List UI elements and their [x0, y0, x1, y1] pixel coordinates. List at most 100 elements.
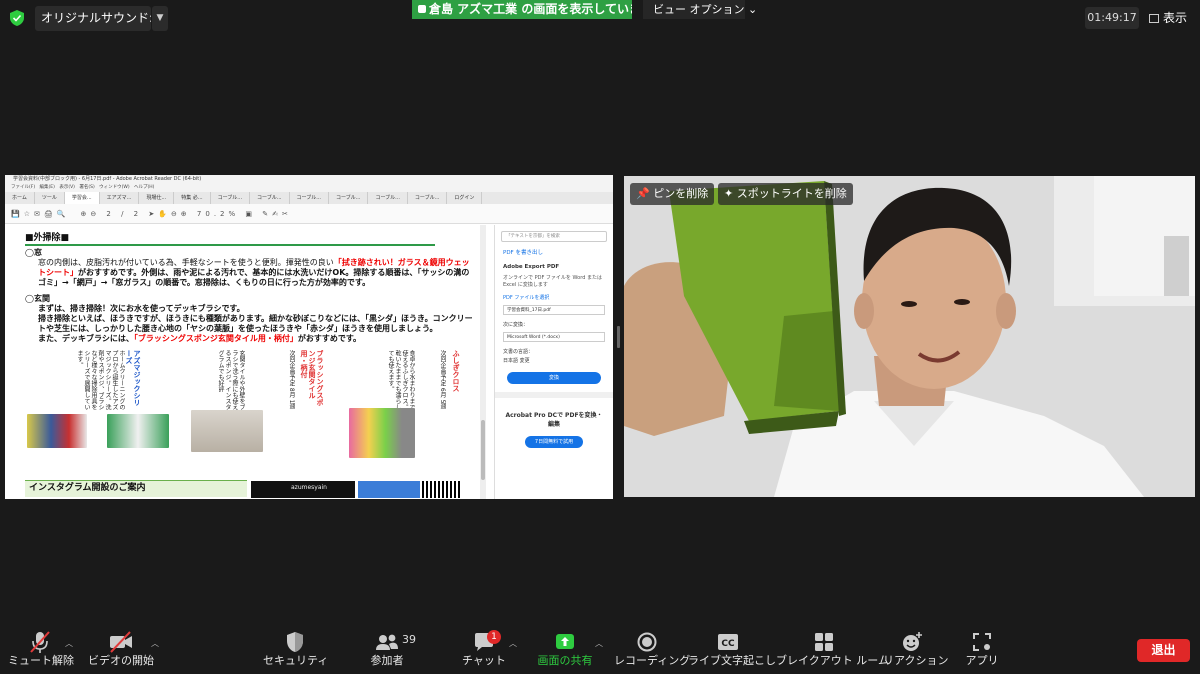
entrance-text-b: がおすすめです。	[297, 334, 362, 343]
breakout-rooms-icon	[815, 633, 833, 651]
entrance-heading: ◯玄関	[25, 294, 50, 303]
col-head-text: アズマジックシリーズ	[125, 350, 141, 406]
chat-options-chevron-icon[interactable]: ︿	[509, 638, 517, 649]
col-sponge-sub: 次回企画予定 8月 1週	[288, 350, 295, 410]
magazine-section: アズマジックシリーズ ホームクリーニングのプロから誕生したアズマジックシリーズ。…	[25, 350, 467, 458]
video-options-chevron-icon[interactable]: ︿	[151, 638, 159, 649]
acrobat-tab: コーブル...	[250, 192, 290, 204]
mute-button[interactable]: ミュート解除	[8, 630, 74, 674]
entrance-photo	[191, 410, 263, 452]
selected-file: 学習会資料_17日.pdf	[503, 305, 605, 315]
security-label: セキュリティ	[263, 654, 329, 667]
acrobat-tab: ツール	[35, 192, 65, 204]
record-button[interactable]: レコーディング	[614, 630, 690, 674]
acrobat-tab-strip: ホーム ツール 学習会... エアズマ... 現場仕... 特集 必... コー…	[5, 192, 613, 204]
instagram-account: azumesyain	[251, 481, 355, 498]
entrance-text-red: 「ブラッシングスポンジ玄関タイル用・柄付」	[133, 334, 298, 343]
live-transcript-button[interactable]: CC ライブ文字起こし	[688, 630, 776, 674]
qr-code-icon	[422, 481, 462, 498]
zoom-level: 70.2%	[196, 210, 240, 218]
view-button[interactable]: 表示	[1143, 7, 1195, 29]
participants-count: 39	[402, 633, 416, 646]
unpin-button[interactable]: 📌 ピンを削除	[630, 183, 715, 205]
apps-icon	[973, 633, 991, 651]
acrobat-tab: 現場仕...	[139, 192, 175, 204]
acrobat-toolbar: 💾☆✉🖨🔍 ⊕⊖ 2 / 2 ➤✋⊖⊕ 70.2% ▣ ✎✍✂	[5, 204, 613, 224]
page-indicator: 2 / 2	[106, 210, 143, 218]
col-head-text: ふしぎクロス	[452, 350, 460, 392]
pdf-scroll-thumb	[481, 420, 485, 480]
meeting-timer: 01:49:17	[1085, 7, 1139, 29]
audio-options-chevron-icon[interactable]: ︿	[65, 638, 73, 649]
share-banner-text: 倉島 アズマ工業 の画面を表示しています	[429, 2, 632, 16]
security-button[interactable]: セキュリティ	[263, 630, 329, 674]
col-azumajic-head: アズマジックシリーズ	[125, 350, 141, 410]
window-text-b: がおすすめです。外側は、雨や泥による汚れで、基本的には水洗いだけOK。掃除する順…	[38, 268, 470, 287]
heading-rule	[25, 244, 435, 246]
original-sound-button[interactable]: オリジナルサウンド: オン	[35, 6, 151, 31]
instagram-banner: インスタグラム開設のご案内	[25, 480, 247, 497]
col-cloth-head: ふしぎクロス	[452, 350, 460, 410]
acrobat-menu-bar: ファイル(F) 編集(E) 表示(V) 署名(S) ウィンドウ(W) ヘルプ(H…	[5, 184, 613, 192]
col-sponge-body: 玄関タイルや外壁をブラシで洗う際にも使えるスポンジ。インスタグラムでも好評	[217, 350, 245, 410]
acrobat-tab-active: 学習会...	[64, 192, 100, 204]
window-text-a: 窓の内側は、皮脂汚れが付いている為、手軽なシートを使うと便利。揮発性の良い	[38, 258, 334, 267]
export-title: Adobe Export PDF	[503, 264, 560, 270]
product-photo	[27, 414, 87, 448]
col-cloth-sub: 次回企画予定 6月 5週	[439, 350, 446, 410]
original-sound-chevron-icon[interactable]: ▼	[152, 6, 168, 31]
col-sponge-head: ブラッシングスポンジ玄関タイル用・柄付	[300, 350, 324, 410]
reactions-label: リアクション	[883, 654, 949, 667]
share-screen-button[interactable]: 画面の共有	[534, 630, 596, 674]
closed-caption-icon: CC	[718, 634, 738, 650]
participant-video[interactable]: 📌 ピンを削除 ✦ スポットライトを削除	[624, 176, 1195, 497]
split-view-handle[interactable]	[617, 326, 620, 348]
apps-label: アプリ	[965, 654, 999, 667]
window-heading: ◯窓	[25, 248, 42, 257]
col-azumajic-body: ホームクリーニングのプロから誕生したアズマジックシリーズ。洗剤やスポンジ、ブラシ…	[76, 350, 125, 410]
share-indicator-icon	[418, 5, 426, 13]
breakout-rooms-label: ブレイクアウト ルーム	[776, 654, 889, 667]
video-frame	[624, 176, 1195, 497]
breakout-rooms-button[interactable]: ブレイクアウト ルーム	[776, 630, 889, 674]
view-button-label: 表示	[1163, 11, 1188, 25]
start-video-button[interactable]: ビデオの開始	[88, 630, 154, 674]
acrobat-search-field: 「テキストを京都」を検索	[501, 231, 607, 242]
unpin-label: ピンを削除	[653, 187, 709, 200]
convert-to-label: 次に変換：	[503, 322, 529, 328]
free-trial-button: 7日間無料で試用	[525, 436, 583, 448]
acrobat-tab: 特集 必...	[174, 192, 211, 204]
entrance-paragraph-2: 掃き掃除といえば、ほうきですが、ほうきにも種類があります。細かな砂ぼこりなどには…	[38, 314, 473, 333]
window-paragraph: 窓の内側は、皮脂汚れが付いている為、手軽なシートを使うと便利。揮発性の良い「拭き…	[25, 258, 477, 288]
microphone-muted-icon	[30, 631, 50, 653]
apps-button[interactable]: アプリ	[962, 630, 1002, 674]
acrobat-tab: コーブル...	[329, 192, 369, 204]
export-desc: オンラインで PDF ファイルを Word または Excel に変換します	[503, 275, 602, 288]
reaction-smiley-icon	[903, 632, 922, 651]
acrobat-tab: ホーム	[5, 192, 35, 204]
section-heading: ■外掃除■	[25, 233, 70, 243]
participants-icon	[376, 634, 398, 650]
export-pdf-link: PDF を書き出し	[503, 250, 543, 256]
shared-screen: 学習会資料(中部ブロック用) - 6月17日.pdf - Adobe Acrob…	[5, 175, 613, 499]
live-transcript-label: ライブ文字起こし	[688, 654, 776, 667]
encryption-shield-icon[interactable]	[10, 10, 24, 26]
cloth-photo	[349, 408, 415, 458]
acrobat-tab: コーブル...	[368, 192, 408, 204]
acrobat-right-pane: 「テキストを京都」を検索 PDF を書き出し Adobe Export PDF …	[494, 225, 613, 499]
doc-lang-value: 日本語 変更	[503, 358, 530, 364]
convert-to-select: Microsoft Word (*.docx)	[503, 332, 605, 342]
video-off-icon	[110, 631, 132, 653]
col-head-text: ブラッシングスポンジ玄関タイル用・柄付	[300, 350, 324, 406]
reactions-button[interactable]: リアクション	[883, 630, 949, 674]
spotlight-label: スポットライトを削除	[736, 187, 847, 200]
remove-spotlight-button[interactable]: ✦ スポットライトを削除	[718, 183, 853, 205]
side-separator	[495, 392, 613, 398]
leave-meeting-button[interactable]: 退出	[1137, 639, 1190, 662]
view-options-button[interactable]: ビュー オプション ⌄	[643, 0, 757, 19]
acrobat-tab: コーブル...	[408, 192, 448, 204]
col-cloth-body: 食卓から水まわりまで使えるふしぎクロス。乾いたままでも濡らしても使えます。	[387, 350, 415, 410]
security-shield-icon	[287, 632, 303, 652]
acrobat-tab: コーブル...	[211, 192, 251, 204]
share-options-chevron-icon[interactable]: ︿	[595, 638, 603, 649]
